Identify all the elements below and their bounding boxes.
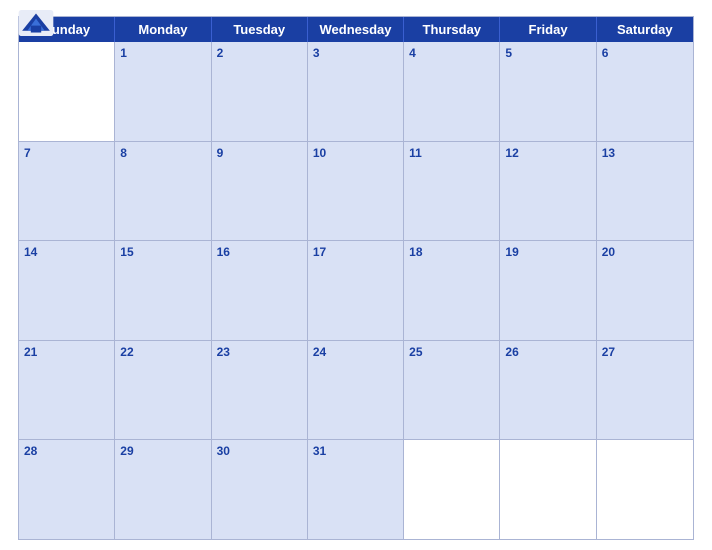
calendar-cell: 24 [308, 341, 404, 440]
calendar-cell: 13 [597, 142, 693, 241]
day-header-wednesday: Wednesday [308, 17, 404, 42]
calendar-cell: 12 [500, 142, 596, 241]
day-number: 22 [120, 344, 205, 361]
day-number: 28 [24, 443, 109, 460]
calendar-cell: 4 [404, 42, 500, 141]
calendar-cell: 26 [500, 341, 596, 440]
day-number: 5 [505, 45, 590, 62]
calendar-week-2: 789 10 11 12 13 [19, 141, 693, 241]
calendar-week-3: 14 15 16 17 18 19 20 [19, 240, 693, 340]
day-number: 20 [602, 244, 688, 261]
calendar-week-4: 21 22 23 24 25 26 27 [19, 340, 693, 440]
calendar-week-5: 28 29 30 31 [19, 439, 693, 539]
logo [18, 10, 54, 36]
calendar-cell: 17 [308, 241, 404, 340]
calendar-cell: 19 [500, 241, 596, 340]
calendar-cell: 3 [308, 42, 404, 141]
day-number: 6 [602, 45, 688, 62]
day-number: 14 [24, 244, 109, 261]
calendar-cell [597, 440, 693, 539]
calendar-week-1: 123456 [19, 42, 693, 141]
calendar-cell: 30 [212, 440, 308, 539]
day-number: 29 [120, 443, 205, 460]
day-header-thursday: Thursday [404, 17, 500, 42]
day-number: 17 [313, 244, 398, 261]
calendar-header-row: SundayMondayTuesdayWednesdayThursdayFrid… [19, 17, 693, 42]
calendar-cell: 6 [597, 42, 693, 141]
day-number: 25 [409, 344, 494, 361]
calendar-cell: 2 [212, 42, 308, 141]
day-header-saturday: Saturday [597, 17, 693, 42]
day-number: 3 [313, 45, 398, 62]
day-number: 26 [505, 344, 590, 361]
day-number: 12 [505, 145, 590, 162]
day-number: 4 [409, 45, 494, 62]
logo-icon [18, 10, 54, 36]
day-number: 27 [602, 344, 688, 361]
day-number: 16 [217, 244, 302, 261]
calendar-cell: 14 [19, 241, 115, 340]
day-number: 8 [120, 145, 205, 162]
calendar-cell [500, 440, 596, 539]
day-number: 21 [24, 344, 109, 361]
day-number: 19 [505, 244, 590, 261]
calendar-cell: 5 [500, 42, 596, 141]
calendar-cell: 29 [115, 440, 211, 539]
day-header-tuesday: Tuesday [212, 17, 308, 42]
day-number: 2 [217, 45, 302, 62]
calendar-cell: 11 [404, 142, 500, 241]
day-number: 15 [120, 244, 205, 261]
calendar-cell: 16 [212, 241, 308, 340]
day-number: 24 [313, 344, 398, 361]
day-number: 9 [217, 145, 302, 162]
calendar-cell: 22 [115, 341, 211, 440]
calendar-cell: 23 [212, 341, 308, 440]
day-number: 13 [602, 145, 688, 162]
calendar-page: SundayMondayTuesdayWednesdayThursdayFrid… [0, 0, 712, 550]
day-number: 30 [217, 443, 302, 460]
day-number: 1 [120, 45, 205, 62]
calendar-cell: 20 [597, 241, 693, 340]
day-number: 10 [313, 145, 398, 162]
calendar-cell: 31 [308, 440, 404, 539]
calendar-cell: 25 [404, 341, 500, 440]
calendar-cell: 8 [115, 142, 211, 241]
day-number: 18 [409, 244, 494, 261]
calendar-cell: 15 [115, 241, 211, 340]
calendar-cell: 1 [115, 42, 211, 141]
day-number: 23 [217, 344, 302, 361]
calendar-cell: 18 [404, 241, 500, 340]
calendar-cell [19, 42, 115, 141]
day-header-friday: Friday [500, 17, 596, 42]
calendar-body: 1234567891011121314151617181920212223242… [19, 42, 693, 539]
calendar-cell: 9 [212, 142, 308, 241]
day-number: 31 [313, 443, 398, 460]
calendar-cell: 21 [19, 341, 115, 440]
day-number: 7 [24, 145, 109, 162]
calendar-grid: SundayMondayTuesdayWednesdayThursdayFrid… [18, 16, 694, 540]
calendar-cell: 7 [19, 142, 115, 241]
calendar-cell: 10 [308, 142, 404, 241]
calendar-cell: 28 [19, 440, 115, 539]
day-header-monday: Monday [115, 17, 211, 42]
calendar-cell [404, 440, 500, 539]
day-number: 11 [409, 145, 494, 162]
calendar-cell: 27 [597, 341, 693, 440]
